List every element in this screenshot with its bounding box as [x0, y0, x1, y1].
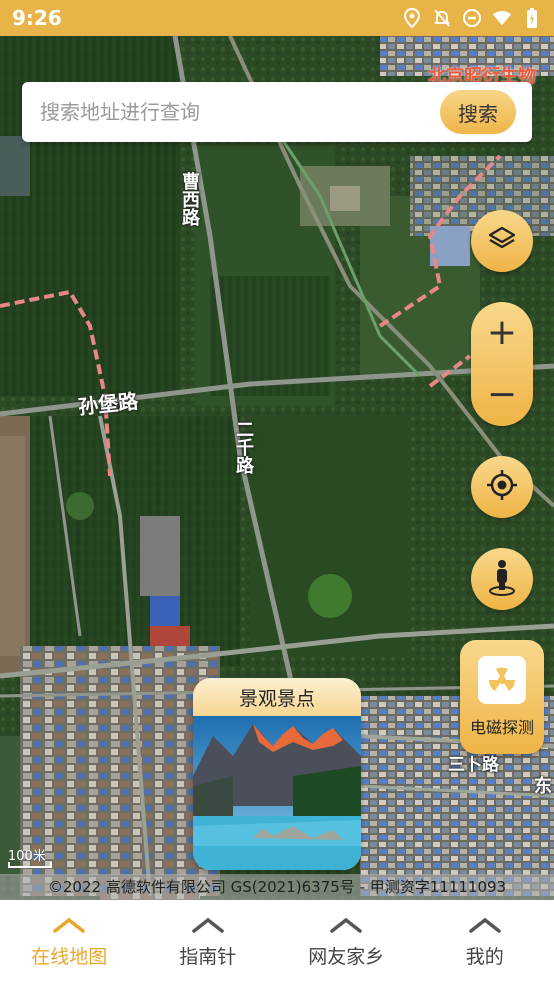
bell-off-icon: [432, 8, 452, 28]
status-bar: 9:26: [0, 0, 554, 36]
radiation-icon: [478, 656, 526, 704]
tab-label: 指南针: [179, 946, 237, 968]
search-input[interactable]: [40, 100, 440, 124]
scenic-thumbnail: [193, 716, 361, 870]
person-icon: [486, 558, 518, 600]
emf-label: 电磁探测: [469, 718, 534, 737]
streetview-button[interactable]: [471, 548, 533, 610]
zoom-control: + −: [471, 302, 533, 426]
tab-label: 在线地图: [31, 946, 108, 968]
location-icon: [402, 8, 422, 28]
locate-icon: [485, 468, 519, 506]
layers-icon: [487, 224, 517, 258]
status-icons: [402, 8, 542, 28]
emf-detection-button[interactable]: 电磁探测: [460, 640, 544, 754]
search-button[interactable]: 搜索: [440, 90, 516, 134]
map-copyright: ©2022 高德软件有限公司 GS(2021)6375号 - 甲测资字11111…: [0, 874, 554, 900]
search-bar: 搜索: [22, 82, 532, 142]
tab-label: 网友家乡: [308, 946, 385, 968]
locate-button[interactable]: [471, 456, 533, 518]
do-not-disturb-icon: [462, 8, 482, 28]
tab-mine[interactable]: 我的: [416, 900, 554, 985]
bottom-tab-bar: 在线地图 指南针 网友家乡 我的: [0, 900, 554, 985]
road-label-caoxi: 曹西路: [179, 172, 200, 226]
zoom-in-button[interactable]: +: [471, 302, 533, 364]
layers-button[interactable]: [471, 210, 533, 272]
wifi-icon: [492, 8, 512, 28]
status-time: 9:26: [12, 6, 62, 30]
map-scale-bar: [8, 862, 52, 868]
chevron-up-icon: [330, 917, 362, 933]
road-label-dong: 东: [534, 776, 552, 797]
road-label-erqian: 二千路: [233, 420, 254, 474]
scenic-title: 景观景点: [193, 678, 361, 716]
tab-hometown[interactable]: 网友家乡: [277, 900, 416, 985]
battery-charging-icon: [522, 8, 542, 28]
chevron-up-icon: [192, 917, 224, 933]
zoom-out-button[interactable]: −: [471, 364, 533, 426]
tab-online-map[interactable]: 在线地图: [0, 900, 139, 985]
scenic-spots-card[interactable]: 景观景点: [193, 678, 361, 870]
chevron-up-icon: [53, 917, 85, 933]
tab-compass[interactable]: 指南针: [139, 900, 278, 985]
tab-label: 我的: [465, 946, 504, 968]
chevron-up-icon: [469, 917, 501, 933]
